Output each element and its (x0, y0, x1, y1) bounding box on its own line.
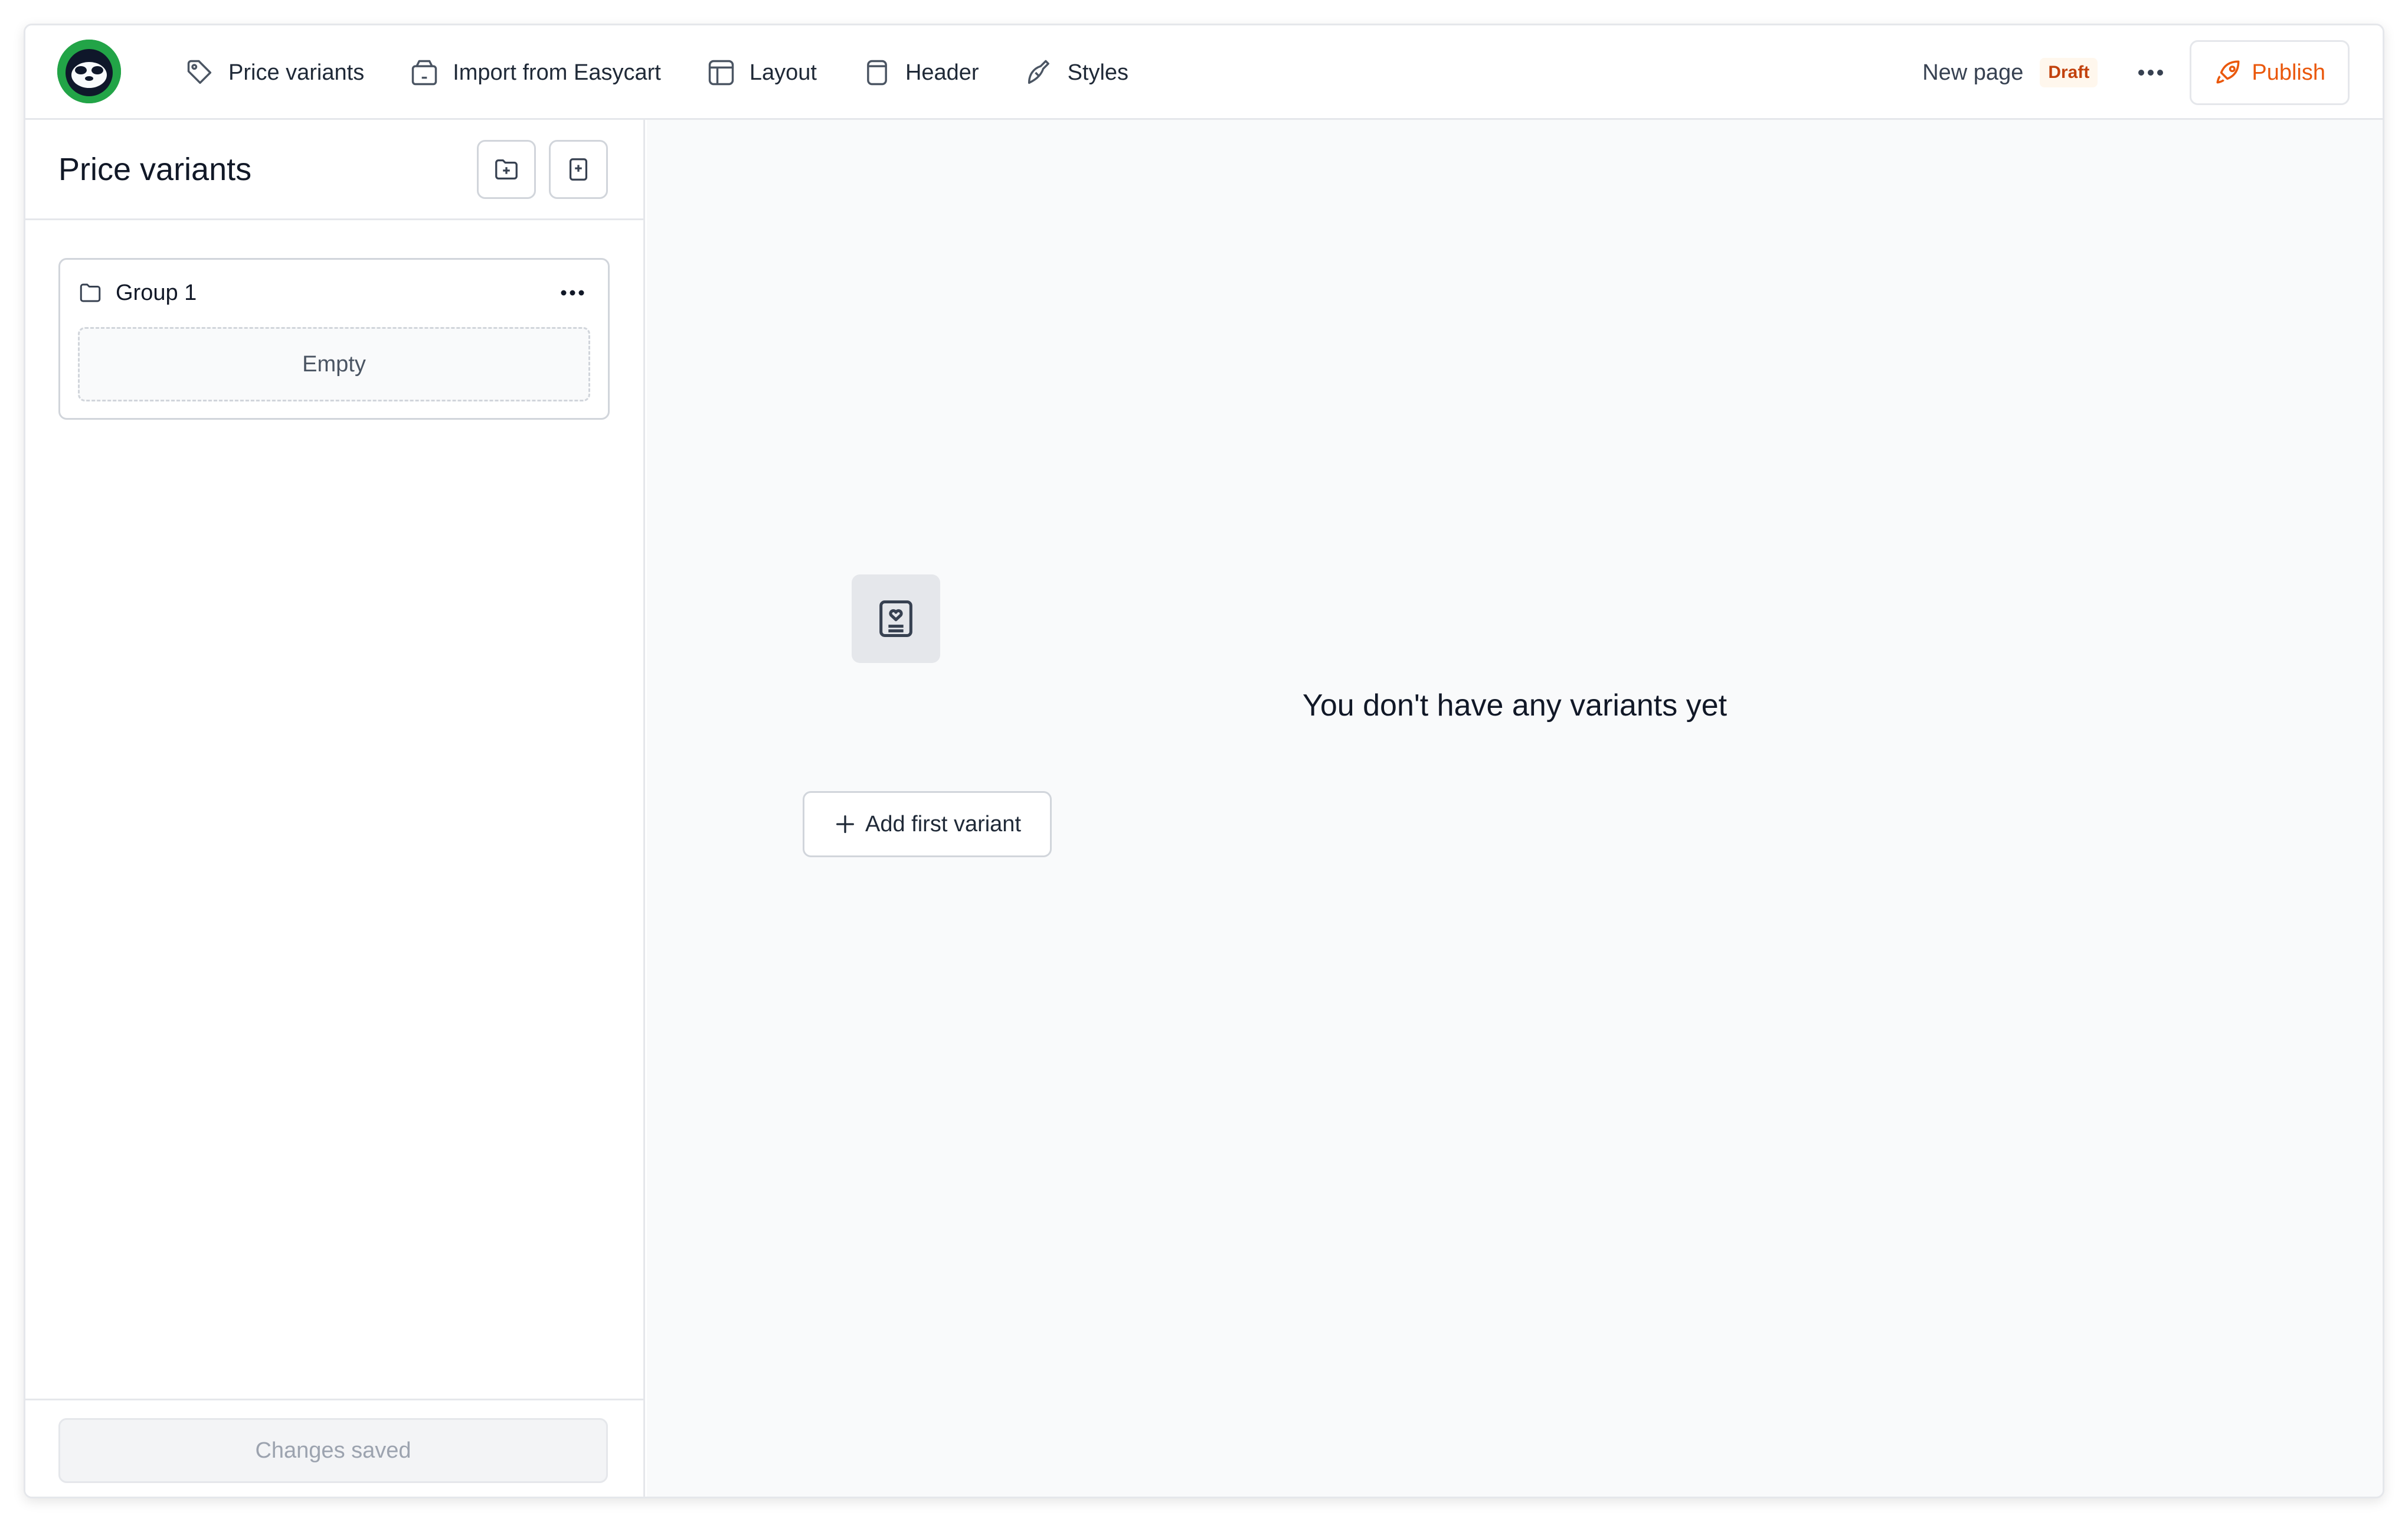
sidebar-header: Price variants (25, 120, 643, 220)
nav-styles[interactable]: Styles (1024, 43, 1151, 102)
nav-label: Import from Easycart (453, 60, 661, 85)
plus-icon (836, 815, 854, 833)
toolbar-right: New page Draft Publish (1922, 25, 2350, 120)
group-card[interactable]: Group 1 Empty (58, 258, 610, 420)
changes-saved-button: Changes saved (58, 1418, 608, 1483)
folder-icon (80, 283, 101, 302)
empty-state-message: You don't have any variants yet (1302, 688, 1728, 723)
nav-label: Header (905, 60, 979, 85)
variants-sidebar: Price variants Group 1 Empty Changes sav… (25, 120, 645, 1497)
folder-plus-icon (495, 159, 518, 179)
sidebar-footer: Changes saved (25, 1399, 643, 1497)
empty-state-illustration (852, 574, 940, 663)
add-group-button[interactable] (477, 140, 536, 199)
nav-label: Styles (1067, 60, 1129, 85)
nav-price-variants[interactable]: Price variants (185, 43, 387, 102)
add-button-label: Add first variant (865, 811, 1021, 837)
wallet-icon (409, 57, 440, 88)
variant-card-icon (879, 600, 912, 638)
add-variant-button[interactable] (549, 140, 608, 199)
nav-label: Price variants (228, 60, 365, 85)
top-toolbar: Price variants Import from Easycart Layo… (25, 25, 2383, 120)
brush-icon (1024, 57, 1055, 88)
group-empty-dropzone[interactable]: Empty (78, 327, 590, 401)
rocket-icon (2216, 60, 2240, 84)
sloth-logo-icon (57, 40, 121, 103)
publish-button[interactable]: Publish (2190, 40, 2350, 105)
bookmark-plus-icon (569, 158, 588, 181)
main-nav: Price variants Import from Easycart Layo… (185, 25, 1173, 120)
app-window: Price variants Import from Easycart Layo… (24, 24, 2384, 1498)
tag-icon (185, 57, 215, 88)
add-first-variant-button[interactable]: Add first variant (803, 791, 1052, 857)
status-badge: Draft (2040, 58, 2098, 87)
nav-label: Layout (749, 60, 817, 85)
sidebar-title: Price variants (58, 151, 252, 187)
nav-header[interactable]: Header (862, 43, 1002, 102)
group-header: Group 1 (78, 276, 590, 309)
group-more-button[interactable] (555, 276, 590, 309)
nav-import-easycart[interactable]: Import from Easycart (409, 43, 683, 102)
more-horizontal-icon (561, 290, 584, 296)
app-logo[interactable] (57, 40, 121, 103)
nav-layout[interactable]: Layout (706, 43, 839, 102)
publish-label: Publish (2252, 60, 2325, 85)
more-options-button[interactable] (2127, 49, 2174, 96)
group-name: Group 1 (116, 280, 197, 305)
page-name[interactable]: New page (1922, 60, 2023, 86)
more-horizontal-icon (2138, 70, 2164, 76)
layout-icon (706, 57, 737, 88)
header-icon (862, 57, 892, 88)
sidebar-actions (477, 140, 608, 199)
